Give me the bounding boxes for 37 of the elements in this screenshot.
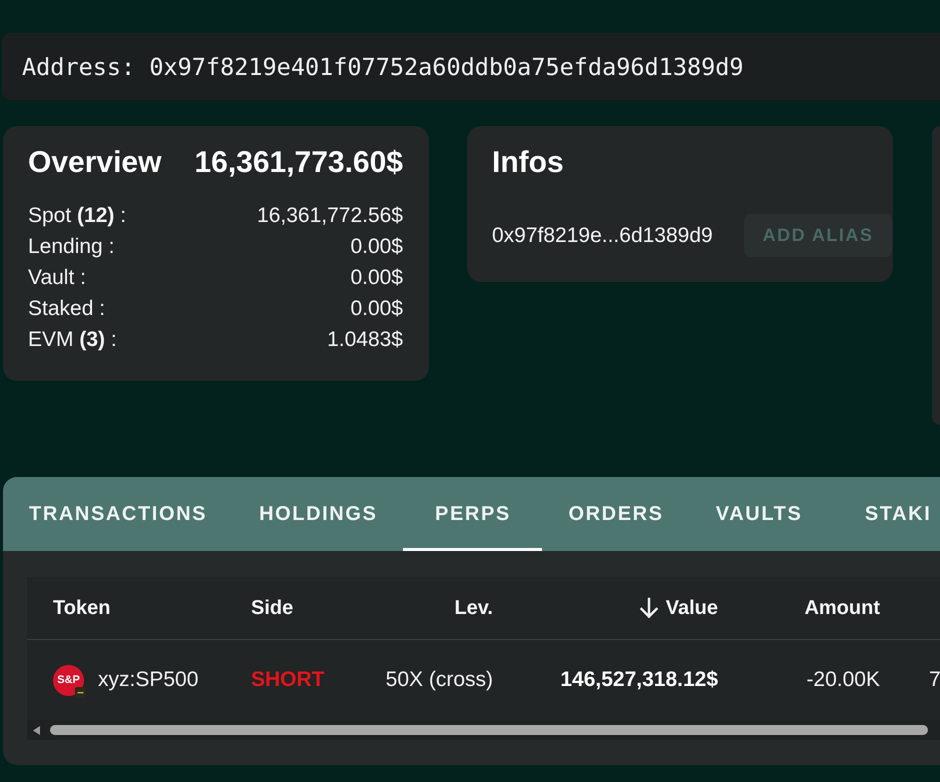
address-text: Address: 0x97f8219e401f07752a60ddb0a75efda96d1389d9	[22, 52, 744, 80]
scroll-left-icon[interactable]	[33, 726, 40, 734]
tab[interactable]: STAKI	[828, 477, 940, 551]
badge-icon	[75, 686, 86, 698]
row-label: EVM (3) :	[28, 327, 117, 353]
column-header[interactable]: Token	[53, 596, 110, 620]
tab[interactable]: TRANSACTIONS	[3, 477, 234, 551]
arrow-down-icon[interactable]	[638, 597, 660, 619]
side-label: SHORT	[251, 668, 324, 692]
wallet-address: 0x97f8219e...6d1389d9	[492, 224, 713, 248]
column-header[interactable]: Amount	[804, 596, 880, 620]
row-value: 0.00$	[350, 265, 403, 291]
token-logo: S&P	[53, 664, 84, 696]
row-value: 0.00$	[350, 296, 403, 322]
row-label: Staked :	[28, 296, 106, 322]
row-label: Spot (12) :	[28, 203, 126, 229]
tab[interactable]: ORDERS	[542, 477, 690, 551]
token-name: xyz:SP500	[98, 668, 198, 692]
tab[interactable]: HOLDINGS	[233, 477, 404, 551]
card-title: Overview	[28, 146, 162, 180]
card-title: Infos	[492, 146, 564, 180]
tab[interactable]: VAULTS	[690, 477, 829, 551]
column-header[interactable]: Lev.	[454, 596, 493, 620]
row-label: Vault :	[28, 265, 86, 291]
row-value: 0.00$	[350, 234, 403, 260]
tab[interactable]: PERPS	[403, 477, 542, 551]
value-text: 146,527,318.12$	[560, 668, 718, 692]
total-value: 16,361,773.60$	[194, 146, 403, 180]
column-header[interactable]: Value	[666, 596, 718, 620]
truncated-text: 7	[929, 668, 940, 692]
scrollbar-thumb[interactable]	[50, 725, 928, 735]
row-label: Lending :	[28, 234, 114, 260]
column-header[interactable]: Side	[251, 596, 294, 620]
leverage-text: 50X (cross)	[386, 668, 493, 692]
amount-text: -20.00K	[806, 668, 880, 692]
row-value: 16,361,772.56$	[257, 203, 403, 229]
row-value: 1.0483$	[327, 327, 403, 353]
